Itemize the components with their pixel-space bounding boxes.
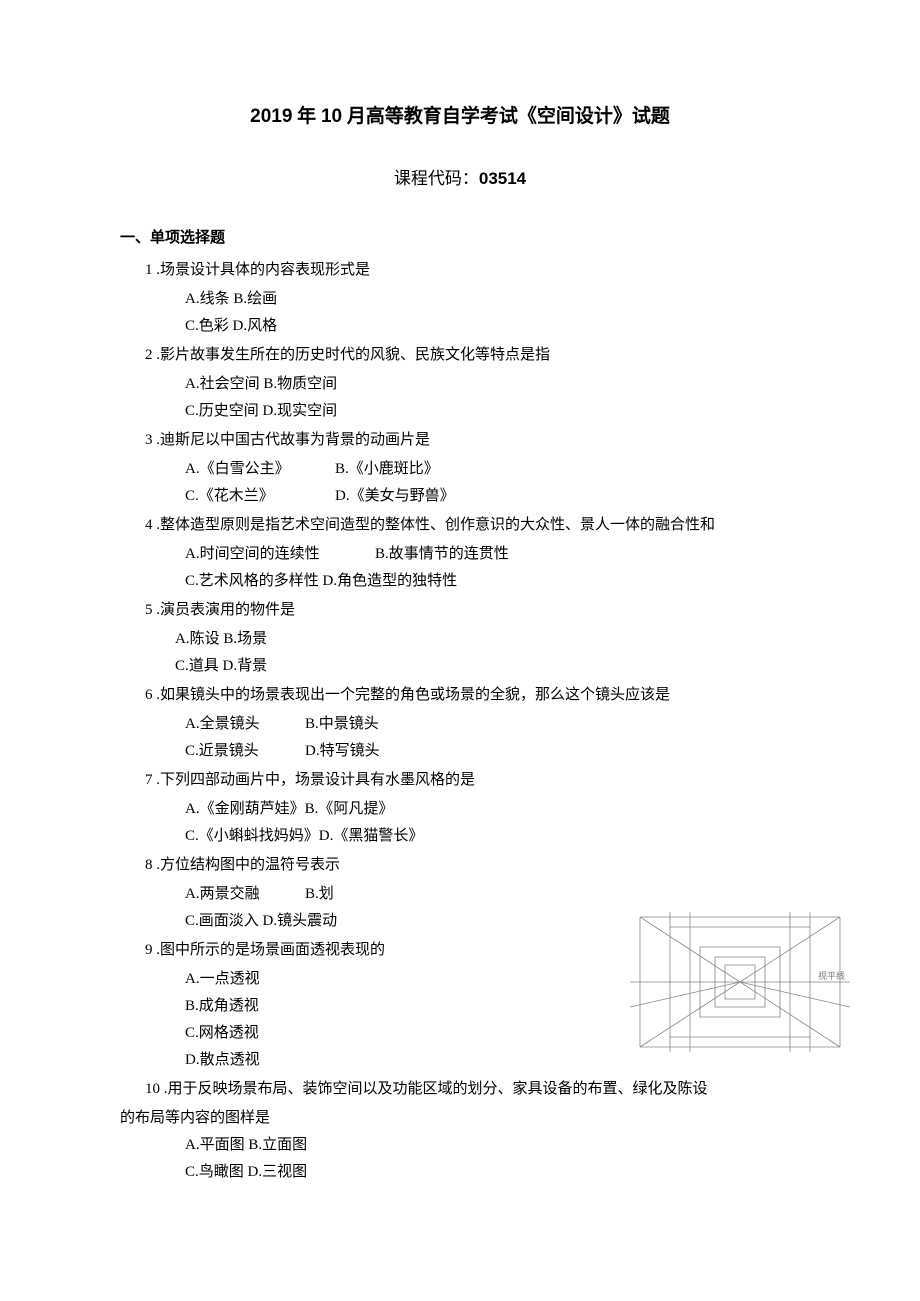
q2-options-ab: A.社会空间 B.物质空间 [185, 371, 800, 398]
q10-options-ab: A.平面图 B.立面图 [185, 1132, 800, 1159]
q6-stem: 6 .如果镜头中的场景表现出一个完整的角色或场景的全貌，那么这个镜头应该是 [145, 682, 800, 709]
question-10: 10 .用于反映场景布局、装饰空间以及功能区域的划分、家具设备的布置、绿化及陈设 [145, 1076, 800, 1103]
q7-options-cd: C.《小蝌蚪找妈妈》D.《黑猫警长》 [185, 823, 800, 850]
q3-options-cd: C.《花木兰》D.《美女与野兽》 [185, 483, 800, 510]
q1-stem: 1 .场景设计具体的内容表现形式是 [145, 257, 800, 284]
q10-stem-line2: 的布局等内容的图样是 [120, 1105, 800, 1132]
q6-options-cd: C.近景镜头D.特写镜头 [185, 738, 800, 765]
course-code-label: 课程代码： [394, 169, 479, 188]
q7-stem: 7 .下列四部动画片中，场景设计具有水墨风格的是 [145, 767, 800, 794]
page-title: 2019 年 10 月高等教育自学考试《空间设计》试题 [120, 100, 800, 134]
q8-option-b: B.划 [305, 886, 334, 902]
horizon-line-label: 视平线 [818, 970, 845, 981]
title-suffix: 月高等教育自学考试《空间设计》试题 [342, 106, 670, 127]
q3-options-ab: A.《白雪公主》B.《小鹿斑比》 [185, 456, 800, 483]
q4-options-cd: C.艺术风格的多样性 D.角色造型的独特性 [185, 568, 800, 595]
title-month: 10 [321, 106, 342, 127]
q6-options-ab: A.全景镜头B.中景镜头 [185, 711, 800, 738]
q4-stem: 4 .整体造型原则是指艺术空间造型的整体性、创作意识的大众性、景人一体的融合性和 [145, 512, 800, 539]
q7-options-ab: A.《金刚葫芦娃》B.《阿凡提》 [185, 796, 800, 823]
q3-stem: 3 .迪斯尼以中国古代故事为背景的动画片是 [145, 427, 800, 454]
question-10-options: A.平面图 B.立面图 C.鸟瞰图 D.三视图 [145, 1132, 800, 1186]
q4-option-b: B.故事情节的连贯性 [375, 546, 509, 562]
q10-options-cd: C.鸟瞰图 D.三视图 [185, 1159, 800, 1186]
q6-option-b: B.中景镜头 [305, 716, 379, 732]
q6-option-a: A.全景镜头 [185, 711, 305, 738]
title-year: 2019 [250, 106, 292, 127]
question-5: 5 .演员表演用的物件是 A.陈设 B.场景 C.道具 D.背景 [145, 597, 800, 680]
q10-stem-line1: 10 .用于反映场景布局、装饰空间以及功能区域的划分、家具设备的布置、绿化及陈设 [145, 1076, 800, 1103]
q5-options-cd: C.道具 D.背景 [175, 653, 800, 680]
q3-option-d: D.《美女与野兽》 [335, 488, 455, 504]
q4-option-a: A.时间空间的连续性 [185, 541, 375, 568]
q8-option-a: A.两景交融 [185, 881, 305, 908]
q6-option-d: D.特写镜头 [305, 743, 380, 759]
q8-options-ab: A.两景交融B.划 [185, 881, 800, 908]
course-code-value: 03514 [479, 169, 526, 188]
q4-options-ab: A.时间空间的连续性B.故事情节的连贯性 [185, 541, 800, 568]
q6-option-c: C.近景镜头 [185, 738, 305, 765]
q2-stem: 2 .影片故事发生所在的历史时代的风貌、民族文化等特点是指 [145, 342, 800, 369]
question-7: 7 .下列四部动画片中，场景设计具有水墨风格的是 A.《金刚葫芦娃》B.《阿凡提… [145, 767, 800, 850]
q2-options-cd: C.历史空间 D.现实空间 [185, 398, 800, 425]
question-4: 4 .整体造型原则是指艺术空间造型的整体性、创作意识的大众性、景人一体的融合性和… [145, 512, 800, 595]
q3-option-b: B.《小鹿斑比》 [335, 461, 439, 477]
q1-options-ab: A.线条 B.绘画 [185, 286, 800, 313]
course-code-line: 课程代码：03514 [120, 164, 800, 195]
question-1: 1 .场景设计具体的内容表现形式是 A.线条 B.绘画 C.色彩 D.风格 [145, 257, 800, 340]
question-9: 9 .图中所示的是场景画面透视表现的 A.一点透视 B.成角透视 C.网格透视 … [145, 937, 800, 1074]
question-2: 2 .影片故事发生所在的历史时代的风貌、民族文化等特点是指 A.社会空间 B.物… [145, 342, 800, 425]
question-3: 3 .迪斯尼以中国古代故事为背景的动画片是 A.《白雪公主》B.《小鹿斑比》 C… [145, 427, 800, 510]
question-6: 6 .如果镜头中的场景表现出一个完整的角色或场景的全貌，那么这个镜头应该是 A.… [145, 682, 800, 765]
q1-options-cd: C.色彩 D.风格 [185, 313, 800, 340]
q3-option-a: A.《白雪公主》 [185, 456, 335, 483]
section-heading-1: 一、单项选择题 [120, 225, 800, 252]
title-mid1: 年 [292, 106, 321, 127]
q8-stem: 8 .方位结构图中的温符号表示 [145, 852, 800, 879]
q5-options-ab: A.陈设 B.场景 [175, 626, 800, 653]
perspective-diagram-image: 视平线 [630, 907, 850, 1057]
q3-option-c: C.《花木兰》 [185, 483, 335, 510]
q5-stem: 5 .演员表演用的物件是 [145, 597, 800, 624]
